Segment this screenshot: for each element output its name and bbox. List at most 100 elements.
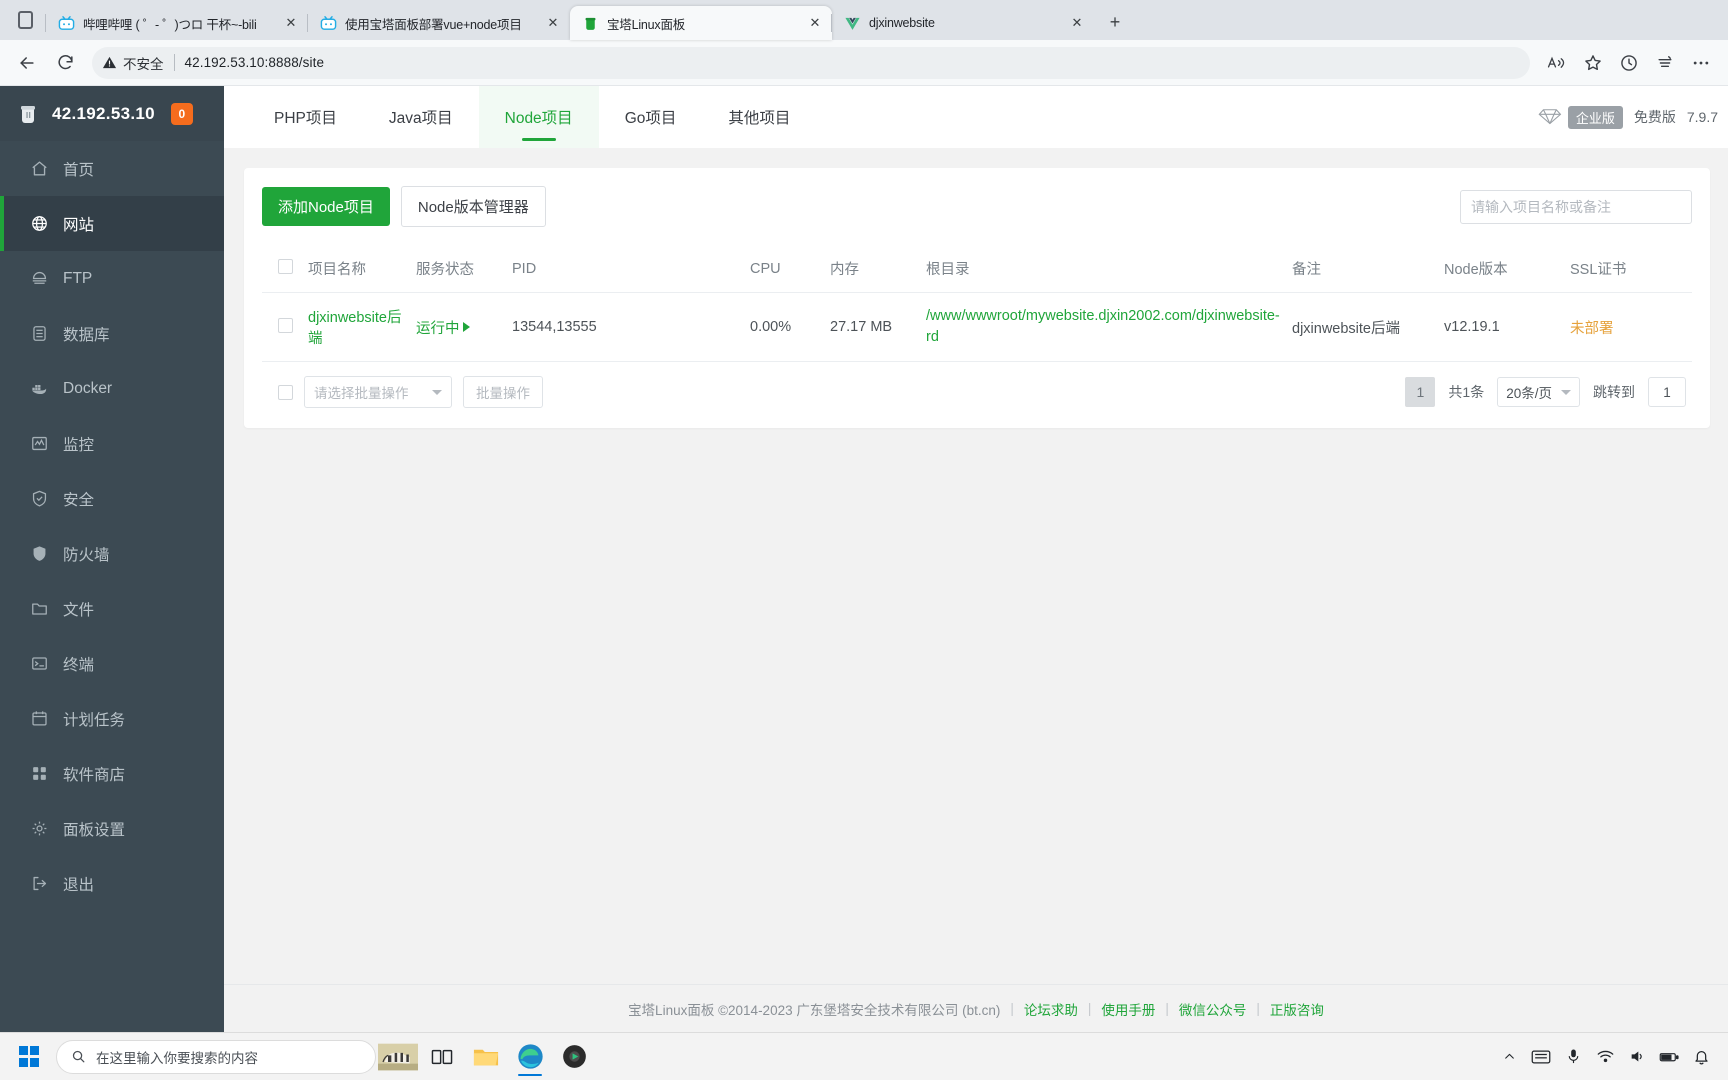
tab-other-project[interactable]: 其他项目 bbox=[702, 86, 816, 148]
file-explorer-button[interactable] bbox=[464, 1037, 508, 1077]
bt-panel-logo-icon bbox=[21, 105, 35, 123]
sidebar-item-database[interactable]: 数据库 bbox=[0, 306, 224, 361]
not-secure-indicator[interactable]: 不安全 bbox=[102, 53, 164, 73]
column-name: 项目名称 bbox=[302, 245, 410, 293]
ssl-status-link[interactable]: 未部署 bbox=[1570, 321, 1614, 337]
sidebar-item-label: Docker bbox=[63, 379, 113, 397]
close-icon[interactable]: ✕ bbox=[280, 12, 302, 34]
browser-tab-3[interactable]: djxinwebsite ✕ bbox=[831, 6, 1094, 40]
browser-tab-1[interactable]: 使用宝塔面板部署vue+node项目 ✕ bbox=[307, 6, 570, 40]
sidebar-item-label: 数据库 bbox=[63, 326, 110, 344]
page-size-select[interactable]: 20条/页 bbox=[1497, 377, 1580, 408]
edition-label: 免费版 bbox=[1633, 109, 1676, 125]
edge-browser-button[interactable] bbox=[508, 1037, 552, 1077]
footer-separator: | bbox=[1165, 1001, 1169, 1016]
project-name-link[interactable]: djxinwebsite后端 bbox=[308, 310, 402, 347]
sidebar-item-files[interactable]: 文件 bbox=[0, 581, 224, 636]
sidebar-item-firewall[interactable]: 防火墙 bbox=[0, 526, 224, 581]
close-icon[interactable]: ✕ bbox=[542, 12, 564, 34]
close-icon[interactable]: ✕ bbox=[804, 12, 826, 34]
content-area: 添加Node项目 Node版本管理器 项目名称 服务状态 bbox=[224, 148, 1728, 984]
windows-taskbar: 在这里输入你要搜索的内容 bbox=[0, 1032, 1728, 1080]
battery-button[interactable] bbox=[1654, 1040, 1684, 1074]
root-dir-link[interactable]: /www/wwwroot/mywebsite.djxin2002.com/djx… bbox=[926, 306, 1280, 348]
table-row[interactable]: djxinwebsite后端 运行中 13544,13555 0.00% 27.… bbox=[262, 292, 1692, 363]
select-all-checkbox[interactable] bbox=[278, 259, 293, 274]
tab-node-project[interactable]: Node项目 bbox=[478, 86, 599, 148]
footer-link-forum[interactable]: 论坛求助 bbox=[1024, 999, 1078, 1019]
back-button[interactable] bbox=[10, 46, 44, 80]
table-body: djxinwebsite后端 运行中 13544,13555 0.00% 27.… bbox=[262, 292, 1692, 363]
system-tray bbox=[1494, 1040, 1722, 1074]
footer-link-wechat[interactable]: 微信公众号 bbox=[1179, 999, 1247, 1019]
input-method-button[interactable] bbox=[1526, 1040, 1556, 1074]
home-icon bbox=[32, 161, 47, 176]
notification-button[interactable] bbox=[1686, 1040, 1716, 1074]
read-aloud-button[interactable] bbox=[1540, 46, 1574, 80]
sidebar-item-cron[interactable]: 计划任务 bbox=[0, 691, 224, 746]
edge-browser-icon bbox=[517, 1044, 543, 1069]
taskbar-search-box[interactable]: 在这里输入你要搜索的内容 bbox=[56, 1039, 376, 1074]
gear-icon bbox=[32, 821, 47, 836]
tab-java-project[interactable]: Java项目 bbox=[363, 86, 479, 148]
footer-link-manual[interactable]: 使用手册 bbox=[1101, 999, 1155, 1019]
task-view-button[interactable] bbox=[420, 1037, 464, 1077]
network-button[interactable] bbox=[1590, 1040, 1620, 1074]
show-hidden-icons-button[interactable] bbox=[1494, 1040, 1524, 1074]
browser-tab-2[interactable]: 宝塔Linux面板 ✕ bbox=[570, 6, 832, 40]
tab-label: Go项目 bbox=[624, 110, 677, 127]
new-tab-button[interactable]: + bbox=[1100, 7, 1130, 37]
browser-tab-0[interactable]: 哔哩哔哩 ( ゜- ゜)つロ 干杯~-bili ✕ bbox=[45, 6, 308, 40]
bt-panel-icon bbox=[585, 17, 596, 30]
sidebar-item-monitor[interactable]: 监控 bbox=[0, 416, 224, 471]
reload-button[interactable] bbox=[48, 46, 82, 80]
tab-go-project[interactable]: Go项目 bbox=[599, 86, 703, 148]
sidebar-item-security[interactable]: 安全 bbox=[0, 471, 224, 526]
pagination: 1 共1条 20条/页 跳转到 bbox=[1405, 377, 1686, 408]
sidebar-item-ftp[interactable]: FTP bbox=[0, 251, 224, 306]
footer-link-license[interactable]: 正版咨询 bbox=[1270, 999, 1324, 1019]
sidebar-item-docker[interactable]: Docker bbox=[0, 361, 224, 416]
settings-more-button[interactable] bbox=[1684, 46, 1718, 80]
sidebar-item-app-store[interactable]: 软件商店 bbox=[0, 746, 224, 801]
batch-select-checkbox[interactable] bbox=[278, 384, 293, 400]
project-tabs: PHP项目 Java项目 Node项目 Go项目 其他项目 bbox=[248, 86, 816, 148]
row-select-cell bbox=[262, 292, 302, 363]
media-player-button[interactable] bbox=[552, 1037, 596, 1077]
status-running[interactable]: 运行中 bbox=[416, 317, 470, 338]
sidebar-item-website[interactable]: 网站 bbox=[0, 196, 224, 251]
sidebar-item-logout[interactable]: 退出 bbox=[0, 856, 224, 911]
row-checkbox[interactable] bbox=[278, 317, 293, 333]
tab-label: Java项目 bbox=[388, 110, 453, 127]
sidebar-item-panel-settings[interactable]: 面板设置 bbox=[0, 801, 224, 856]
enterprise-chip[interactable]: 企业版 bbox=[1537, 105, 1623, 129]
globe-icon bbox=[32, 216, 47, 231]
address-bar[interactable]: 不安全 42.192.53.10:8888/site bbox=[92, 46, 1530, 79]
copyright-text: 宝塔Linux面板 ©2014-2023 广东堡塔安全技术有限公司 (bt.cn… bbox=[628, 1002, 1001, 1018]
page-number-1[interactable]: 1 bbox=[1405, 377, 1436, 408]
sidebar-item-home[interactable]: 首页 bbox=[0, 141, 224, 196]
page-body: 42.192.53.10 0 首页 网站 FTP 数据库 Docker 监控 安… bbox=[0, 86, 1728, 1032]
browser-tab-title: 使用宝塔面板部署vue+node项目 bbox=[345, 17, 522, 32]
zebra-wallpaper-icon[interactable] bbox=[376, 1037, 420, 1077]
browser-essentials-button[interactable] bbox=[1612, 46, 1646, 80]
node-version-manager-button[interactable]: Node版本管理器 bbox=[400, 186, 546, 227]
close-icon[interactable]: ✕ bbox=[1066, 12, 1088, 34]
microphone-button[interactable] bbox=[1558, 1040, 1588, 1074]
batch-action-select[interactable]: 请选择批量操作 bbox=[304, 376, 452, 409]
tab-search-button[interactable] bbox=[4, 0, 46, 40]
start-button[interactable] bbox=[6, 1037, 52, 1077]
collections-button[interactable] bbox=[1648, 46, 1682, 80]
add-node-project-button[interactable]: 添加Node项目 bbox=[262, 187, 390, 226]
search-input[interactable] bbox=[1471, 198, 1681, 215]
add-favorite-button[interactable] bbox=[1576, 46, 1610, 80]
star-plus-icon bbox=[1585, 54, 1601, 70]
volume-button[interactable] bbox=[1622, 1040, 1652, 1074]
search-box[interactable] bbox=[1460, 189, 1692, 224]
tab-php-project[interactable]: PHP项目 bbox=[248, 86, 363, 148]
notification-badge[interactable]: 0 bbox=[170, 102, 193, 125]
chevron-down-icon bbox=[1561, 389, 1571, 395]
sidebar-item-terminal[interactable]: 终端 bbox=[0, 636, 224, 691]
batch-action-button[interactable]: 批量操作 bbox=[463, 376, 543, 409]
jump-to-input[interactable] bbox=[1648, 377, 1686, 408]
